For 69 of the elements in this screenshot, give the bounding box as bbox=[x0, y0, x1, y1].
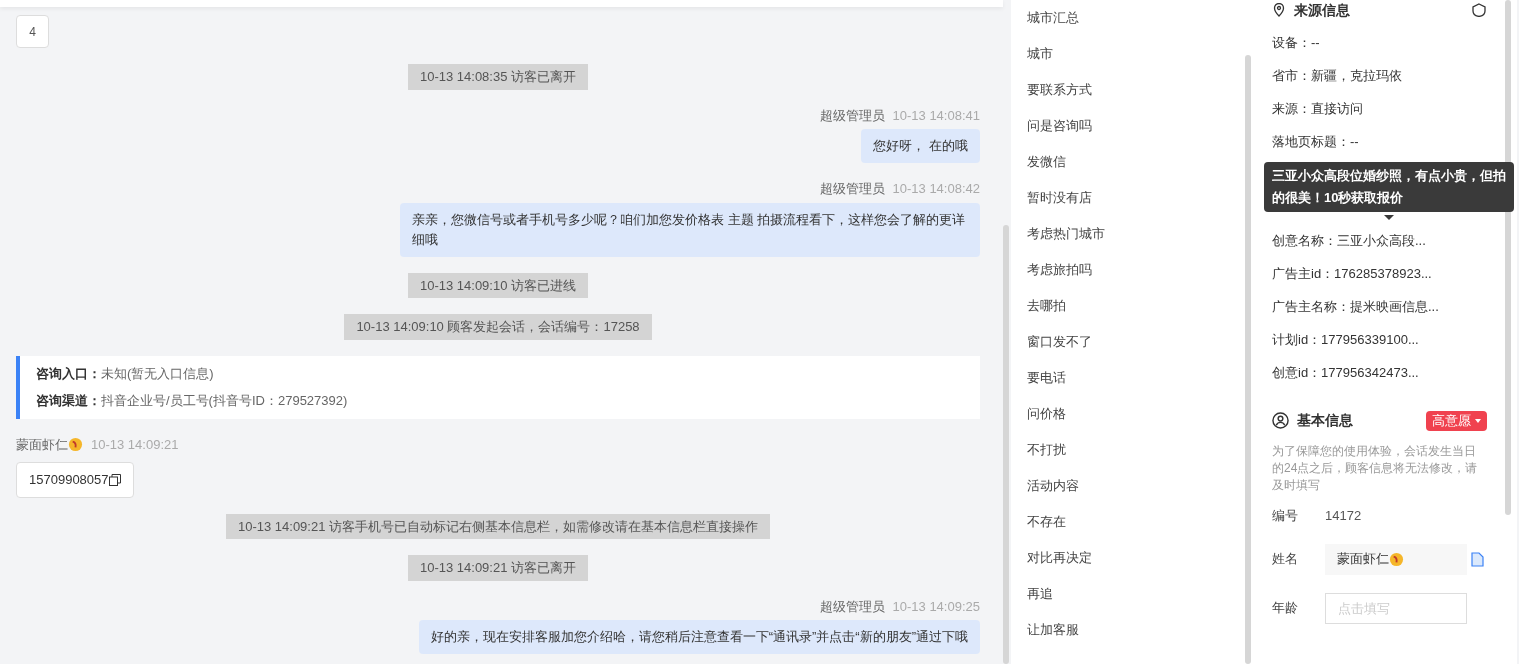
source-info-row-text: 创意名称：三亚小众高段... bbox=[1272, 231, 1426, 250]
system-notice: 10-13 14:09:21 访客手机号已自动标记右侧基本信息栏，如需修改请在基本信息栏直接操作 bbox=[225, 513, 771, 539]
field-label: 年龄 bbox=[1272, 599, 1299, 618]
copy-icon[interactable] bbox=[108, 473, 121, 486]
source-info-row-text: 省市：新疆，克拉玛依 bbox=[1272, 66, 1402, 85]
field-label: 姓名 bbox=[1272, 550, 1299, 569]
emoji-icon bbox=[1389, 551, 1404, 567]
quick-reply-item[interactable]: 城市汇总 bbox=[1027, 0, 1245, 36]
field-label: 编号 bbox=[1272, 507, 1299, 525]
message-time: 10-13 14:09:21 bbox=[91, 435, 179, 454]
sender-name: 超级管理员 bbox=[819, 597, 885, 616]
quick-reply-item[interactable]: 对比再决定 bbox=[1027, 540, 1245, 576]
tooltip: 三亚小众高段位婚纱照，有点小贵，但拍的很美！10秒获取报价 bbox=[1264, 162, 1514, 212]
name-field[interactable]: 蒙面虾仁 bbox=[1325, 543, 1467, 575]
quick-reply-item[interactable]: 发微信 bbox=[1027, 144, 1245, 180]
system-notice: 10-13 14:08:35 访客已离开 bbox=[407, 64, 589, 90]
source-info-row-text: 落地页标题：-- bbox=[1272, 132, 1359, 151]
notice-text: 为了保障您的使用体验，会话发生当日的24点之后，顾客信息将无法修改，请及时填写 bbox=[1272, 443, 1479, 494]
sender-name: 超级管理员 bbox=[819, 106, 885, 125]
quick-reply-item[interactable]: 暂时没有店 bbox=[1027, 180, 1245, 216]
quick-reply-item[interactable]: 活动内容 bbox=[1027, 468, 1245, 504]
quick-reply-item[interactable]: 考虑旅拍吗 bbox=[1027, 252, 1245, 288]
quick-reply-item[interactable]: 城市 bbox=[1027, 36, 1245, 72]
tooltip-arrow bbox=[1384, 215, 1394, 220]
scrollbar[interactable] bbox=[1003, 225, 1009, 664]
quick-reply-item[interactable]: 问是咨询吗 bbox=[1027, 108, 1245, 144]
message-time: 10-13 14:08:41 bbox=[892, 106, 980, 125]
source-info-row-text: 创意id：177956342473... bbox=[1272, 363, 1419, 382]
location-pin-icon bbox=[1272, 3, 1286, 17]
visitor-message-bubble: 15709908057 bbox=[16, 462, 134, 498]
source-info-row-text: 广告主id：176285378923... bbox=[1272, 264, 1432, 283]
field-value: 14172 bbox=[1325, 507, 1362, 525]
agent-message-bubble: 好的亲，现在安排客服加您介绍哈，请您稍后注意查看一下“通讯录”并点击“新的朋友”通过下哦 bbox=[418, 620, 980, 654]
quick-reply-item[interactable]: 不存在 bbox=[1027, 504, 1245, 540]
quick-reply-item[interactable]: 考虑热门城市 bbox=[1027, 216, 1245, 252]
quick-reply-item[interactable]: 要联系方式 bbox=[1027, 72, 1245, 108]
agent-message-bubble: 亲亲，您微信号或者手机号多少呢？咱们加您发价格表 主题 拍摄流程看下，这样您会了解的更详细哦 bbox=[400, 202, 980, 257]
system-notice: 10-13 14:09:21 访客已离开 bbox=[407, 555, 589, 581]
source-info-row-text: 设备：-- bbox=[1272, 33, 1320, 52]
message-time: 10-13 14:08:42 bbox=[892, 180, 980, 198]
quick-reply-item[interactable]: 让加客服 bbox=[1027, 612, 1245, 648]
source-info-row-text: 计划id：177956339100... bbox=[1272, 330, 1419, 349]
quick-reply-item[interactable]: 去哪拍 bbox=[1027, 288, 1245, 324]
section-title: 来源信息 bbox=[1294, 0, 1350, 20]
intent-tag-dropdown[interactable]: 高意愿 bbox=[1426, 410, 1487, 431]
agent-message-bubble: 您好呀， 在的哦 bbox=[861, 129, 980, 163]
shield-icon[interactable] bbox=[1471, 3, 1487, 17]
quick-reply-item[interactable]: 再追 bbox=[1027, 576, 1245, 612]
quick-reply-item[interactable]: 要电话 bbox=[1027, 360, 1245, 396]
emoji-icon bbox=[68, 436, 83, 452]
sender-name: 蒙面虾仁 bbox=[16, 435, 68, 454]
section-title: 基本信息 bbox=[1297, 411, 1353, 430]
consult-info-line: 咨询入口：未知(暂无入口信息) bbox=[36, 364, 215, 383]
message-time: 10-13 14:09:25 bbox=[892, 597, 980, 616]
document-icon[interactable] bbox=[1471, 551, 1484, 567]
scrollbar[interactable] bbox=[1245, 55, 1251, 664]
quick-reply-item[interactable]: 不打扰 bbox=[1027, 432, 1245, 468]
scrollbar[interactable] bbox=[1505, 0, 1511, 515]
quick-reply-item[interactable]: 窗口发不了 bbox=[1027, 324, 1245, 360]
source-info-row-text: 广告主名称：提米映画信息... bbox=[1272, 297, 1439, 316]
consult-info-line: 咨询渠道：抖音企业号/员工号(抖音号ID：279527392) bbox=[36, 392, 349, 410]
sender-name: 超级管理员 bbox=[819, 180, 885, 198]
system-notice: 10-13 14:09:10 访客已进线 bbox=[407, 272, 589, 298]
source-info-row-text: 来源：直接访问 bbox=[1272, 99, 1363, 118]
quick-reply-item[interactable]: 问价格 bbox=[1027, 396, 1245, 432]
user-icon bbox=[1272, 412, 1289, 429]
system-notice: 10-13 14:09:10 顾客发起会话，会话编号：17258 bbox=[344, 314, 652, 340]
page-number-button[interactable]: 4 bbox=[16, 15, 49, 48]
caret-icon bbox=[1475, 418, 1481, 423]
